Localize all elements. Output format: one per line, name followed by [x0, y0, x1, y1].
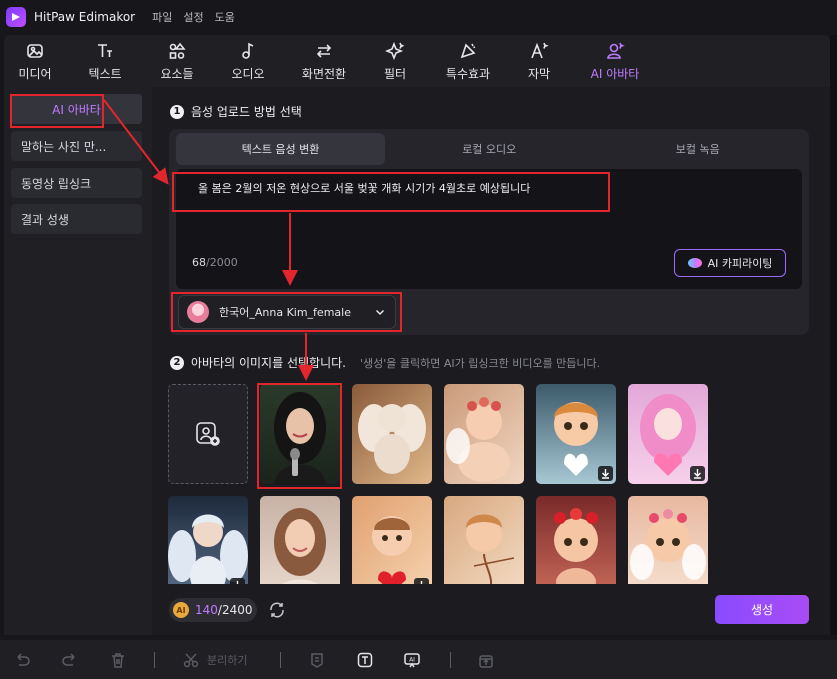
tab-audio[interactable]: 오디오 [210, 35, 286, 87]
coin-icon: AI [173, 602, 189, 618]
step2-heading: 2 아바타의 이미지를 선택합니다. '생성'을 클릭하면 AI가 립싱크한 비… [170, 354, 600, 371]
export-icon[interactable] [477, 651, 495, 669]
annotation-box-text [172, 172, 610, 212]
ai-avatar-panel: 1 음성 업로드 방법 선택 텍스트 음성 변환 로컬 오디오 보컬 녹음 올 … [152, 87, 830, 635]
tab-text[interactable]: 텍스트 [66, 35, 144, 87]
title-bar: HitPaw Edimakor 파일 설정 도움 [0, 0, 837, 34]
refresh-icon[interactable] [268, 601, 286, 619]
filter-icon [385, 41, 405, 61]
panel-edge [830, 35, 837, 635]
generate-button[interactable]: 생성 [715, 595, 809, 624]
app-logo-icon [6, 7, 26, 27]
tab-filter[interactable]: 필터 [362, 35, 428, 87]
ai-orb-icon [687, 258, 702, 268]
subtitle-tool-icon[interactable] [308, 651, 326, 669]
tab-audio-label: 오디오 [231, 67, 265, 81]
elements-icon [169, 42, 186, 59]
undo-icon[interactable] [13, 651, 31, 669]
menu-file[interactable]: 파일 [152, 9, 172, 25]
audio-icon [242, 42, 254, 59]
char-count-current: 68 [192, 256, 206, 269]
tab-local-audio[interactable]: 로컬 오디오 [385, 133, 594, 165]
sidebar-item-results[interactable]: 결과 성생 [11, 204, 142, 234]
app-title: HitPaw Edimakor [34, 10, 136, 24]
avatar-baby-red-heart[interactable] [352, 496, 432, 596]
credit-counter: AI 140/2400 [169, 598, 257, 622]
ai-copywriting-label: AI 카피라이팅 [707, 257, 773, 270]
tab-filter-label: 필터 [383, 67, 407, 81]
sidebar-item-talking-photo[interactable]: 말하는 사진 만... [11, 131, 142, 161]
svg-text:AI: AI [409, 657, 415, 664]
menu-settings[interactable]: 설정 [183, 9, 203, 25]
voice-source-tabs: 텍스트 음성 변환 로컬 오디오 보컬 녹음 [176, 133, 802, 165]
add-user-icon [196, 422, 220, 446]
ai-subtitle-icon[interactable]: AI [403, 651, 421, 669]
media-icon [27, 44, 43, 58]
text-tool-icon[interactable] [356, 651, 374, 669]
step1-number: 1 [170, 104, 184, 119]
tab-transition[interactable]: 화면전환 [286, 35, 362, 87]
text-icon [98, 44, 112, 57]
generate-footer: AI 140/2400 생성 [152, 584, 830, 635]
char-count-max: /2000 [206, 256, 238, 269]
split-label[interactable]: 분리하기 [207, 652, 247, 668]
avatar-cartoon-cupid-roses[interactable] [536, 496, 616, 596]
annotation-box-sidebar [10, 94, 104, 128]
avatar-pink-hair-girl[interactable] [628, 384, 708, 484]
download-icon[interactable] [598, 466, 613, 481]
tab-effects-label: 특수효과 [445, 67, 491, 81]
step2-number: 2 [170, 355, 184, 370]
avatar-cartoon-baby-heart[interactable] [536, 384, 616, 484]
tab-elements[interactable]: 요소들 [144, 35, 210, 87]
credits-total: /2400 [217, 603, 253, 617]
main-toolbar: 미디어 텍스트 요소들 오디오 화면전환 필터 특수효과 자막 AI 아바타 [4, 35, 830, 87]
tab-ai-avatar[interactable]: AI 아바타 [570, 35, 660, 87]
step1-title: 음성 업로드 방법 선택 [191, 105, 302, 119]
sidebar-item-lipsync[interactable]: 동영상 립싱크 [11, 168, 142, 198]
char-counter: 68/2000 [192, 256, 238, 269]
scissors-icon[interactable] [182, 651, 200, 669]
upload-avatar-button[interactable] [168, 384, 248, 484]
transition-icon [316, 44, 332, 58]
separator [154, 652, 155, 668]
avatar-smiling-woman[interactable] [260, 496, 340, 596]
left-sidebar: AI 아바타 말하는 사진 만... 동영상 립싱크 결과 성생 [4, 87, 152, 635]
tab-elements-label: 요소들 [160, 67, 194, 81]
tab-voice-recording[interactable]: 보컬 녹음 [594, 133, 803, 165]
subtitle-icon [531, 42, 549, 59]
tab-effects[interactable]: 특수효과 [428, 35, 508, 87]
ai-copywriting-button[interactable]: AI 카피라이팅 [674, 249, 786, 277]
annotation-box-avatar [257, 383, 342, 489]
avatar-cupid-bow[interactable] [444, 496, 524, 596]
tab-text-label: 텍스트 [88, 67, 122, 81]
annotation-box-voice [171, 292, 402, 332]
menu-help[interactable]: 도움 [215, 9, 235, 25]
separator [450, 652, 451, 668]
tab-subtitle-label: 자막 [527, 67, 551, 81]
avatar-cartoon-cupid-flowers[interactable] [628, 496, 708, 596]
step1-heading: 1 음성 업로드 방법 선택 [170, 103, 302, 120]
redo-icon[interactable] [61, 651, 79, 669]
tab-subtitle[interactable]: 자막 [508, 35, 570, 87]
download-icon[interactable] [690, 466, 705, 481]
credits-used: 140 [195, 603, 218, 617]
avatar-angel-boy[interactable] [168, 496, 248, 596]
tab-transition-label: 화면전환 [301, 67, 347, 81]
avatar-cupid-statue[interactable] [352, 384, 432, 484]
separator [280, 652, 281, 668]
step2-title: 아바타의 이미지를 선택합니다. [191, 356, 346, 370]
tab-media[interactable]: 미디어 [4, 35, 66, 87]
step2-hint: '생성'을 클릭하면 AI가 립싱크한 비디오를 만듭니다. [359, 356, 601, 370]
avatar-cupid-baby-flowers[interactable] [444, 384, 524, 484]
tab-text-to-speech[interactable]: 텍스트 음성 변환 [176, 133, 385, 165]
delete-icon[interactable] [109, 651, 127, 669]
timeline-toolbar: 분리하기 AI [0, 640, 837, 679]
tab-media-label: 미디어 [18, 67, 52, 81]
ai-avatar-icon [607, 42, 625, 59]
effects-icon [460, 43, 476, 59]
tab-ai-avatar-label: AI 아바타 [590, 67, 640, 81]
